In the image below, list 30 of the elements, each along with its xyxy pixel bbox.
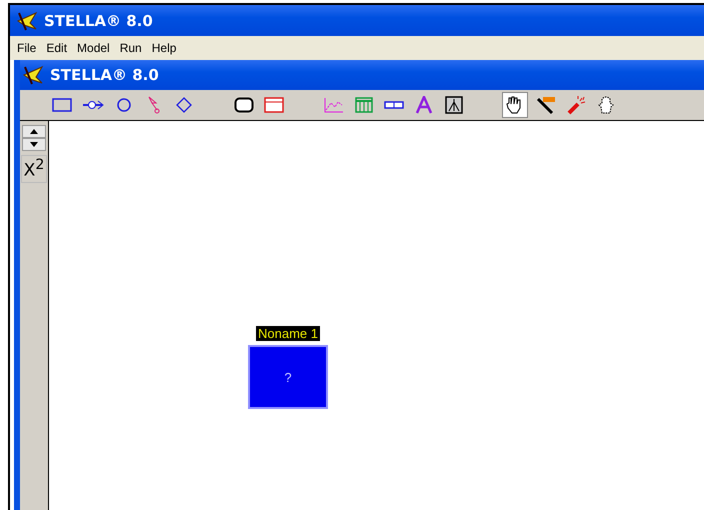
- document-title: STELLA® 8.0: [50, 66, 159, 84]
- window-title: STELLA® 8.0: [44, 12, 153, 30]
- connector-icon: [147, 96, 161, 114]
- module-label: Noname 1: [256, 326, 320, 341]
- stock-icon: [52, 98, 72, 112]
- graph-icon: [324, 97, 344, 113]
- button-icon: [234, 97, 254, 113]
- flow-icon: [82, 98, 104, 112]
- decision-icon: [176, 97, 192, 113]
- menu-item[interactable]: File: [12, 41, 42, 55]
- scroll-arrows-icon[interactable]: [22, 125, 46, 151]
- table-icon: [355, 97, 373, 113]
- converter-icon: [116, 97, 132, 113]
- menu-item[interactable]: Model: [72, 41, 115, 55]
- picture-icon: [445, 96, 463, 114]
- panel-icon: [264, 97, 284, 113]
- menu-item[interactable]: Run: [114, 41, 147, 55]
- question-mark: ?: [284, 370, 292, 384]
- app-logo-icon: [22, 65, 44, 85]
- app-logo-icon: [16, 10, 38, 30]
- dynamite-icon: [566, 95, 586, 115]
- equation-button[interactable]: X$^{2}$: [21, 155, 47, 183]
- menu-item[interactable]: Help: [146, 41, 182, 55]
- brush-icon: [536, 95, 556, 115]
- slider-icon: [384, 101, 404, 109]
- module-block[interactable]: ?: [248, 345, 328, 409]
- ghost-icon: [598, 95, 614, 115]
- menu-item[interactable]: Edit: [41, 41, 72, 55]
- text-icon: [415, 96, 433, 114]
- hand-tool[interactable]: [502, 92, 528, 118]
